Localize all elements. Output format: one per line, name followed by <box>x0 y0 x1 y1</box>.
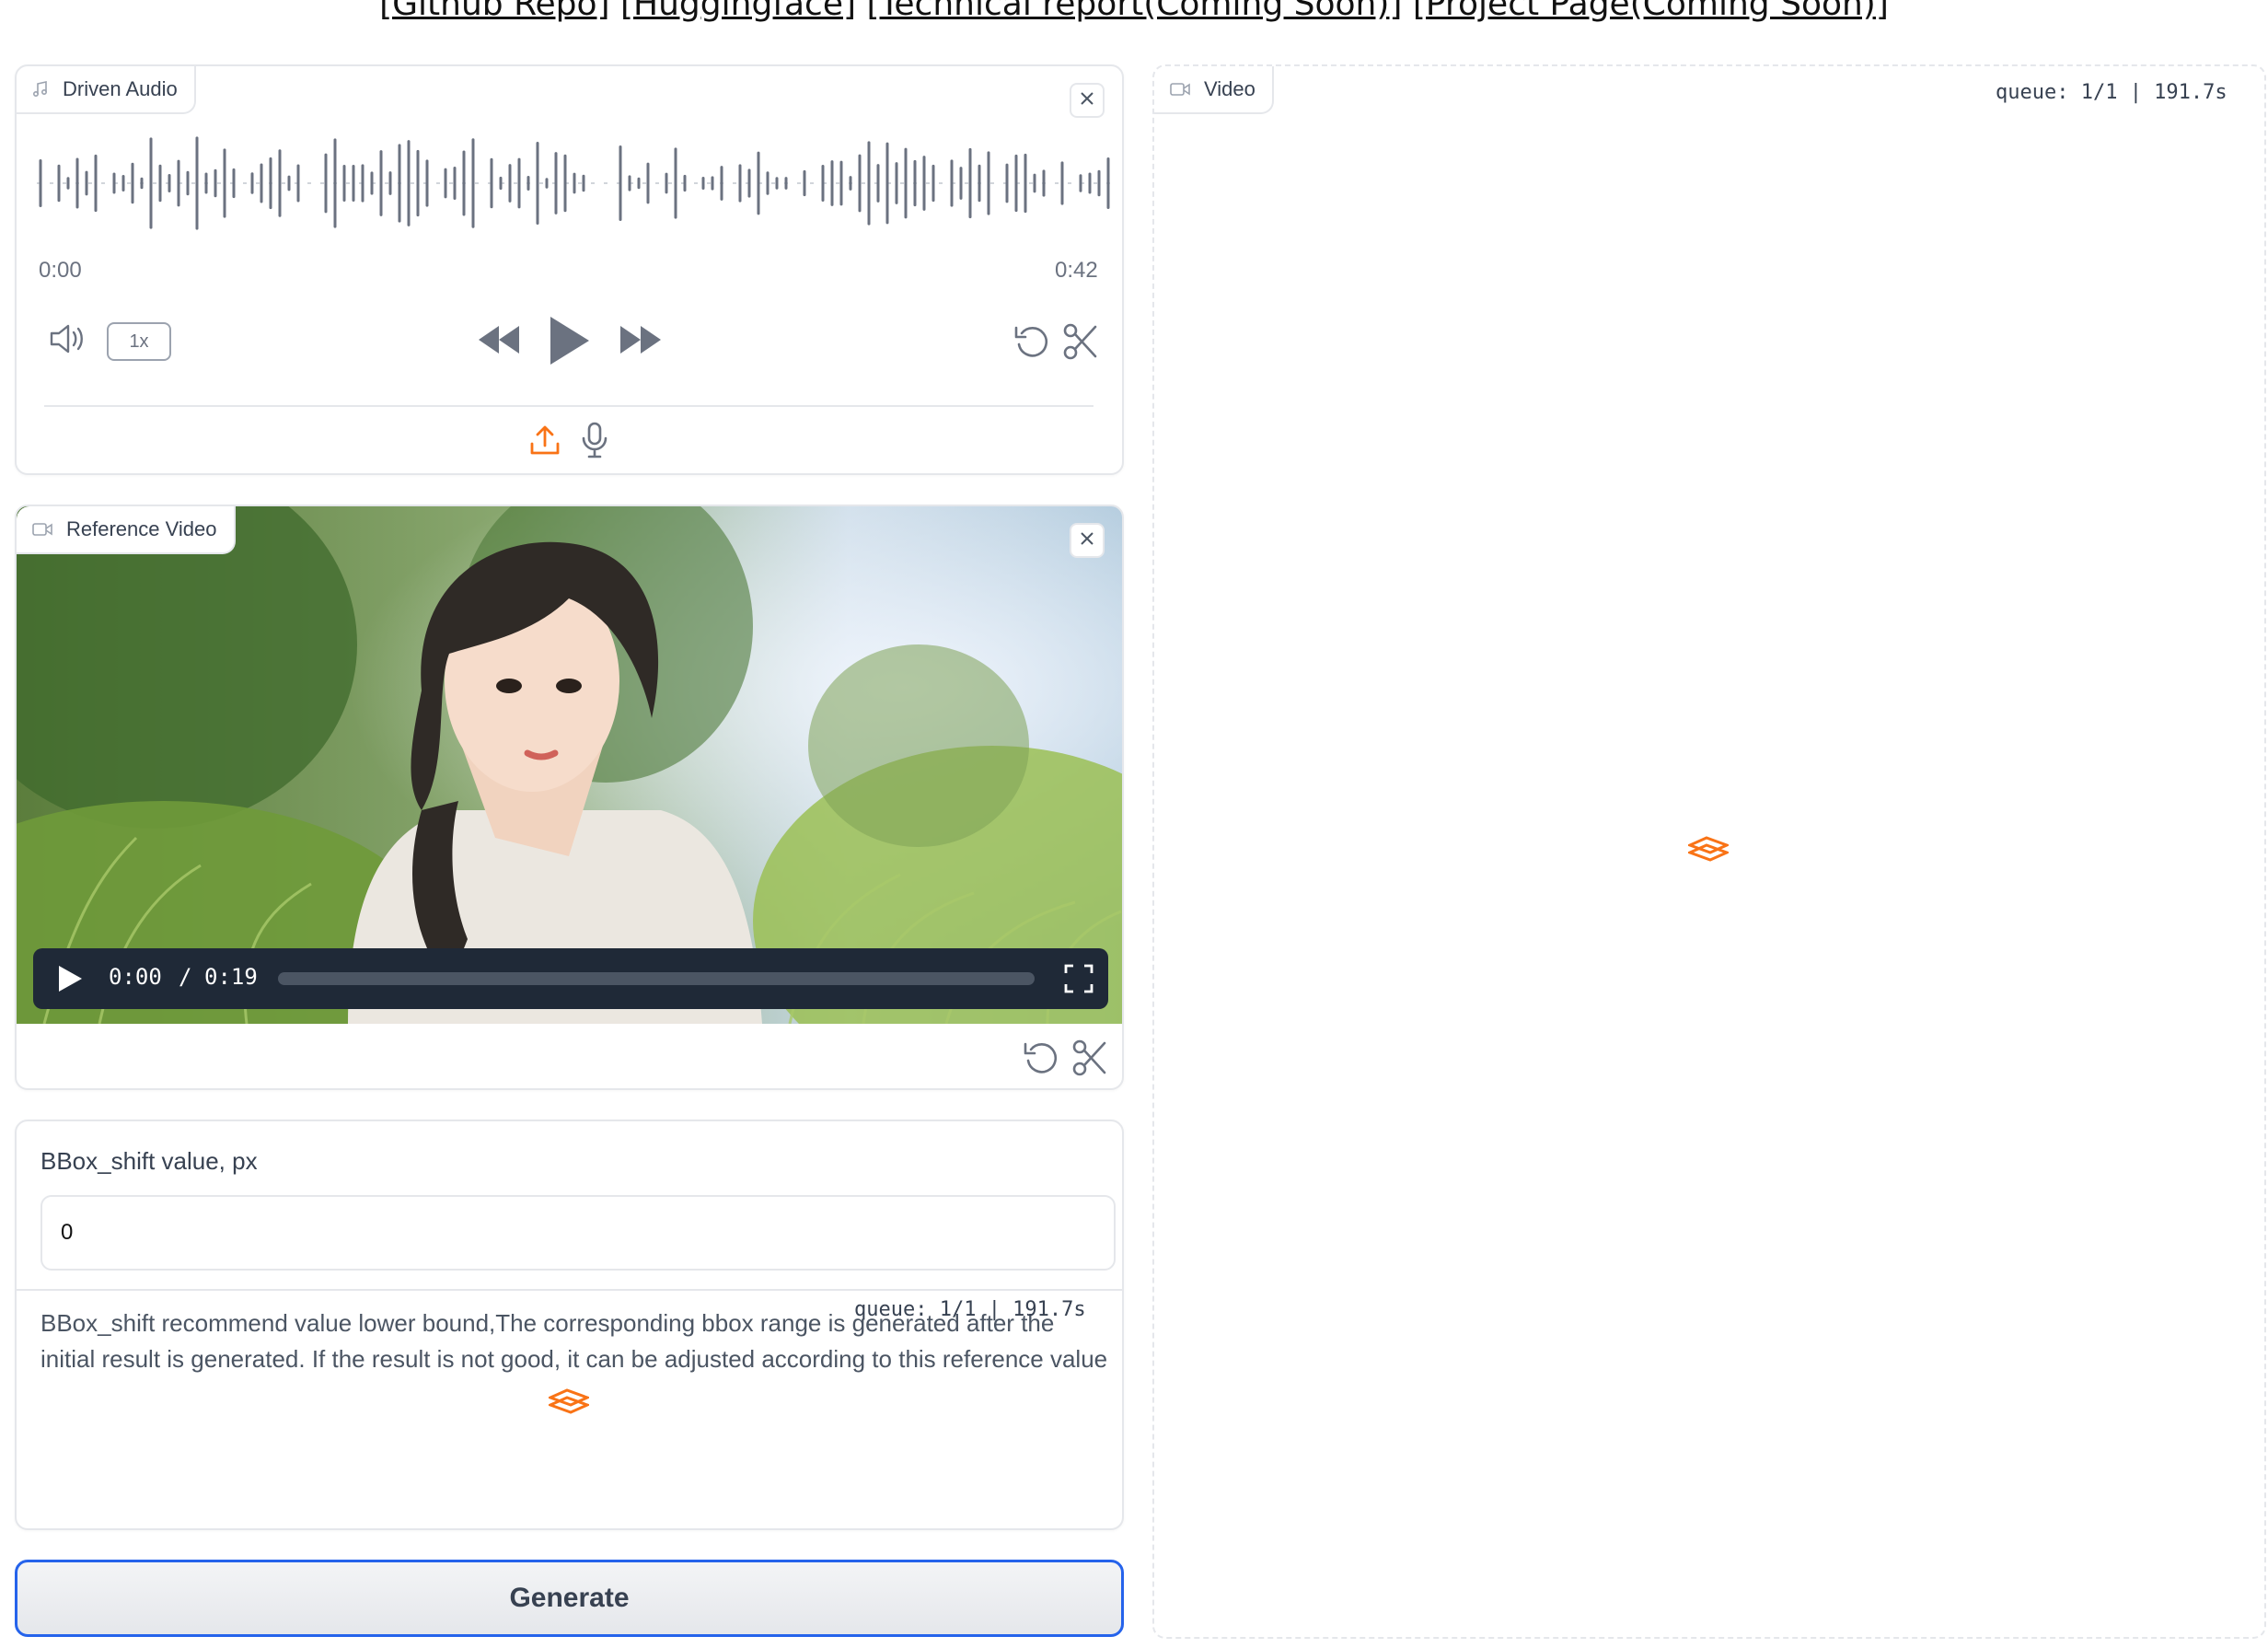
header-links: [Github Repo] [Huggingface] [Technical r… <box>0 0 2268 23</box>
audio-panel-label: Driven Audio <box>17 66 196 114</box>
close-icon <box>1079 90 1095 111</box>
video-progress-track[interactable] <box>278 972 1035 985</box>
video-duration: 0:19 <box>204 964 258 990</box>
audio-time-start: 0:00 <box>39 258 82 283</box>
video-current-time: 0:00 <box>109 964 162 990</box>
upload-icon[interactable] <box>528 424 561 461</box>
reference-video-close-button[interactable] <box>1070 523 1105 558</box>
loading-icon <box>546 1388 592 1421</box>
audio-time-end: 0:42 <box>1055 258 1098 283</box>
undo-icon[interactable] <box>1012 322 1051 366</box>
play-icon[interactable] <box>547 315 591 371</box>
audio-waveform[interactable] <box>37 133 1114 234</box>
bbox-panel: BBox_shift value, px 0 BBox_shift recomm… <box>15 1120 1124 1530</box>
output-video-panel: Video queue: 1/1 | 191.7s <box>1152 64 2266 1639</box>
video-camera-icon <box>1169 81 1191 98</box>
fast-forward-icon[interactable] <box>619 324 663 360</box>
bbox-label: BBox_shift value, px <box>40 1147 258 1175</box>
technical-report-link[interactable]: [Technical report(Coming Soon)] <box>866 0 1402 23</box>
video-time-separator: / <box>179 964 192 990</box>
audio-panel: Driven Audio 0:00 0:42 1x <box>15 64 1124 475</box>
output-video-label: Video <box>1154 66 1274 114</box>
audio-label-text: Driven Audio <box>63 77 178 100</box>
music-note-icon <box>31 80 50 99</box>
volume-icon[interactable] <box>48 320 88 362</box>
reference-video-frame[interactable] <box>17 506 1122 1024</box>
playback-speed-button[interactable]: 1x <box>107 322 171 361</box>
github-repo-link[interactable]: [Github Repo] <box>379 0 609 23</box>
video-camera-icon <box>31 521 53 538</box>
close-icon <box>1079 530 1095 551</box>
scissors-icon[interactable] <box>1062 322 1099 366</box>
video-scissors-icon[interactable] <box>1071 1039 1108 1082</box>
output-video-label-text: Video <box>1204 77 1256 100</box>
reference-video-panel: Reference Video 0:00 / 0:19 <box>15 505 1124 1090</box>
video-play-icon[interactable] <box>57 965 83 997</box>
loading-icon <box>1685 836 1731 868</box>
bbox-divider <box>17 1289 1122 1291</box>
reference-video-label-text: Reference Video <box>66 517 217 540</box>
portrait-image <box>17 506 1122 1024</box>
audio-close-button[interactable] <box>1070 83 1105 118</box>
video-undo-icon[interactable] <box>1022 1039 1060 1082</box>
generate-button[interactable]: Generate <box>15 1560 1124 1637</box>
huggingface-link[interactable]: [Huggingface] <box>620 0 856 23</box>
microphone-icon[interactable] <box>580 422 609 463</box>
fullscreen-icon[interactable] <box>1064 964 1094 998</box>
rewind-icon[interactable] <box>477 324 521 360</box>
project-page-link[interactable]: [Project Page(Coming Soon)] <box>1413 0 1889 23</box>
audio-divider <box>44 405 1094 407</box>
output-queue-status: queue: 1/1 | 191.7s <box>1996 81 2228 104</box>
bbox-queue-status: queue: 1/1 | 191.7s <box>854 1298 1086 1321</box>
video-controls-bar: 0:00 / 0:19 <box>33 948 1108 1009</box>
reference-video-label: Reference Video <box>17 506 236 554</box>
bbox-shift-input[interactable]: 0 <box>40 1195 1116 1271</box>
